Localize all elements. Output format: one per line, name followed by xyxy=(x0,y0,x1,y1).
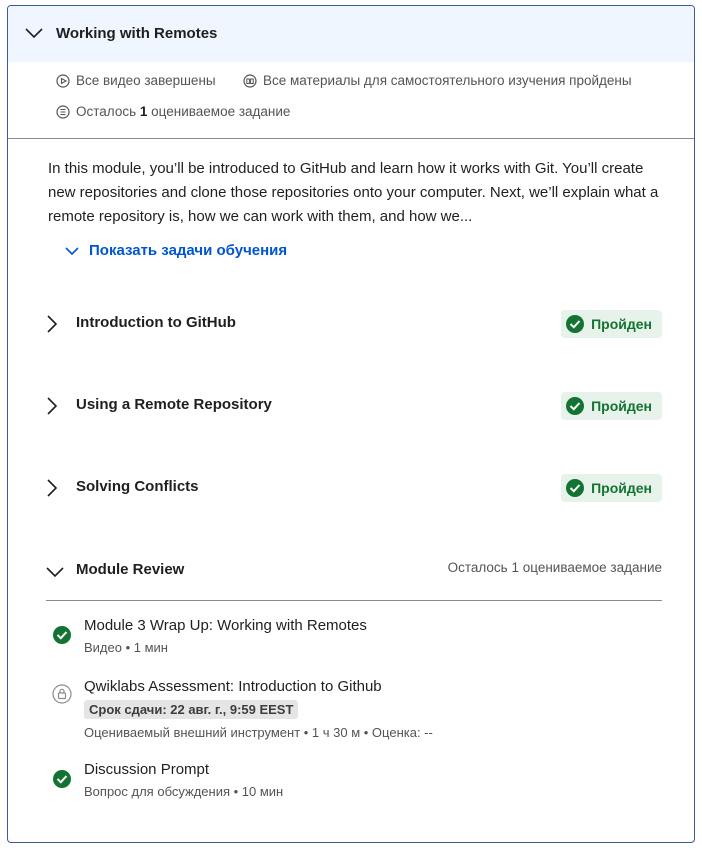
lesson-row[interactable]: Introduction to GitHub Пройден xyxy=(46,306,662,342)
status-badge-label: Пройден xyxy=(591,398,652,414)
item-title[interactable]: Discussion Prompt xyxy=(84,761,209,778)
item-title[interactable]: Qwiklabs Assessment: Introduction to Git… xyxy=(84,678,382,695)
graded-remaining: Осталось 1 оцениваемое задание xyxy=(56,104,290,119)
status-badge-label: Пройден xyxy=(591,480,652,496)
chevron-down-icon xyxy=(65,246,79,255)
chevron-right-icon xyxy=(47,397,58,415)
module-review-remaining: Осталось 1 оцениваемое задание xyxy=(447,560,662,575)
chevron-right-icon xyxy=(47,315,58,333)
list-item[interactable]: Module 3 Wrap Up: Working with Remotes В… xyxy=(52,617,662,661)
readings-status-label: Все материалы для самостоятельного изуче… xyxy=(263,73,632,88)
item-meta: Вопрос для обсуждения • 10 мин xyxy=(84,784,284,799)
list-item[interactable]: Discussion Prompt Вопрос для обсуждения … xyxy=(52,761,662,805)
item-title[interactable]: Module 3 Wrap Up: Working with Remotes xyxy=(84,617,367,634)
status-badge-label: Пройден xyxy=(591,316,652,332)
lesson-title: Using a Remote Repository xyxy=(76,396,272,413)
videos-status-label: Все видео завершены xyxy=(76,73,216,88)
status-badge: Пройден xyxy=(561,474,662,502)
module-review-header[interactable]: Module Review Осталось 1 оцениваемое зад… xyxy=(46,554,662,601)
item-meta: Оцениваемый внешний инструмент • 1 ч 30 … xyxy=(84,725,433,740)
graded-suffix: оцениваемое задание xyxy=(151,104,291,119)
book-open-icon xyxy=(243,73,257,88)
readings-status: Все материалы для самостоятельного изуче… xyxy=(243,73,632,88)
chevron-down-icon xyxy=(46,567,64,578)
status-badge: Пройден xyxy=(561,392,662,420)
play-circle-icon xyxy=(56,73,70,88)
check-circle-icon xyxy=(566,479,585,497)
module-card: Working with Remotes Все видео завершены… xyxy=(7,5,695,843)
videos-status: Все видео завершены xyxy=(56,73,216,88)
item-meta: Видео • 1 мин xyxy=(84,640,168,655)
chevron-down-icon xyxy=(25,28,43,39)
module-title: Working with Remotes xyxy=(56,25,218,42)
check-circle-icon xyxy=(53,770,71,788)
show-learning-goals-button[interactable]: Показать задачи обучения xyxy=(65,242,287,259)
lesson-row[interactable]: Using a Remote Repository Пройден xyxy=(46,388,662,424)
show-learning-goals-label: Показать задачи обучения xyxy=(89,242,288,259)
module-header[interactable]: Working with Remotes xyxy=(8,6,694,62)
check-circle-icon xyxy=(53,626,71,644)
status-badge: Пройден xyxy=(561,310,662,338)
deadline-badge: Срок сдачи: 22 авг. г., 9:59 EEST xyxy=(84,700,299,719)
graded-prefix: Осталось xyxy=(76,104,137,119)
module-meta: Все видео завершены Все материалы для са… xyxy=(8,62,694,139)
module-review-title: Module Review xyxy=(76,561,185,578)
assignment-icon xyxy=(56,104,70,119)
lesson-title: Solving Conflicts xyxy=(76,478,199,495)
check-circle-icon xyxy=(566,315,585,333)
list-item[interactable]: Qwiklabs Assessment: Introduction to Git… xyxy=(52,678,662,744)
module-description: In this module, you’ll be introduced to … xyxy=(48,160,659,225)
lock-icon xyxy=(52,684,72,704)
chevron-right-icon xyxy=(47,479,58,497)
lesson-row[interactable]: Solving Conflicts Пройден xyxy=(46,470,662,506)
lesson-title: Introduction to GitHub xyxy=(76,314,236,331)
check-circle-icon xyxy=(566,397,585,415)
graded-count: 1 xyxy=(139,104,148,119)
